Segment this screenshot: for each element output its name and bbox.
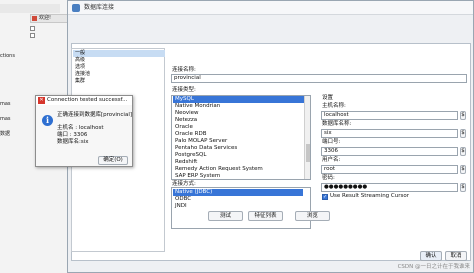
list-item[interactable]: Oracle [173, 124, 305, 131]
scrollbar-thumb[interactable] [306, 144, 310, 162]
message-box-title: Connection tested successf... [47, 97, 128, 103]
list-item[interactable]: Palo MOLAP Server [173, 138, 305, 145]
cancel-button[interactable]: 取消 [445, 251, 467, 261]
variable-button[interactable]: $ [460, 147, 466, 156]
tree-checkbox[interactable] [30, 33, 35, 38]
tree-item[interactable]: ctions [0, 52, 15, 60]
message-host: 主机名 : localhost [57, 125, 104, 131]
port-input[interactable]: 3306 [321, 147, 458, 156]
watermark: CSDN @一日之计在于我谁来 [397, 264, 470, 270]
list-item[interactable]: Netezza [173, 117, 305, 124]
list-item[interactable]: Native (JDBC) [173, 189, 303, 196]
explore-button[interactable]: 浏览 [295, 211, 330, 221]
message-box-titlebar[interactable]: ✕ Connection tested successf... [36, 96, 132, 105]
connection-type-list[interactable]: MySQL Native Mondrian Neoview Netezza Or… [171, 95, 311, 180]
list-item[interactable]: Oracle RDB [173, 131, 305, 138]
access-method-list[interactable]: Native (JDBC) ODBC JNDI [171, 187, 311, 229]
message-text: 正确连接到数据库[provincial] [57, 112, 133, 118]
database-name-label: 数据库名称: [322, 121, 352, 127]
list-item[interactable]: SAP ERP System [173, 173, 305, 179]
list-item[interactable]: Remedy Action Request System [173, 166, 305, 173]
list-item[interactable]: Native Mondrian [173, 103, 305, 110]
variable-button[interactable]: $ [460, 129, 466, 138]
nav-item-general[interactable]: 一般 [73, 50, 165, 57]
list-item[interactable]: Pentaho Data Services [173, 145, 305, 152]
list-scrollbar[interactable] [304, 96, 310, 179]
list-item[interactable]: MySQL [173, 96, 305, 103]
message-ok-button[interactable]: 确定(O) [98, 156, 128, 165]
message-database: 数据库名:six [57, 139, 89, 145]
tree-item[interactable]: mas [0, 100, 11, 108]
list-item[interactable]: ODBC [173, 196, 303, 203]
dialog-titlebar[interactable]: 数据库连接 [68, 1, 473, 15]
port-label: 端口号: [322, 139, 341, 145]
connection-name-input[interactable]: provincial [171, 74, 467, 83]
nav-item-pooling[interactable]: 连接池 [73, 71, 165, 78]
tab-close-icon[interactable] [32, 16, 37, 21]
nav-item-cluster[interactable]: 集群 [73, 78, 165, 85]
list-item[interactable]: PostgreSQL [173, 152, 305, 159]
streaming-cursor-label: Use Result Streaming Cursor [330, 193, 409, 199]
database-name-input[interactable]: six [321, 129, 458, 138]
nav-item-advanced[interactable]: 高级 [73, 57, 165, 64]
connection-name-label: 连接名称: [172, 67, 196, 73]
list-item[interactable]: JNDI [173, 203, 303, 210]
message-port: 端口 : 3306 [57, 132, 88, 138]
variable-button[interactable]: $ [460, 165, 466, 174]
streaming-cursor-checkbox[interactable]: ✓ [322, 194, 328, 200]
connection-type-label: 连接类型: [172, 87, 196, 93]
password-input[interactable]: ●●●●●●●●● [321, 183, 458, 192]
feature-list-button[interactable]: 特征列表 [248, 211, 283, 221]
username-input[interactable]: root [321, 165, 458, 174]
host-input[interactable]: localhost [321, 111, 458, 120]
tree-item[interactable]: mas [0, 115, 11, 123]
info-icon: i [42, 115, 53, 126]
test-button[interactable]: 测试 [208, 211, 243, 221]
settings-label: 设置 [322, 95, 334, 101]
welcome-tab-label: 欢迎! [39, 15, 52, 21]
dialog-title: 数据库连接 [84, 4, 115, 11]
variable-button[interactable]: $ [460, 183, 466, 192]
ok-button[interactable]: 确认 [420, 251, 442, 261]
host-label: 主机名称: [322, 103, 346, 109]
app-icon: ✕ [38, 97, 45, 104]
list-item[interactable]: Redshift [173, 159, 305, 166]
password-label: 密码: [322, 175, 335, 181]
nav-item-options[interactable]: 选项 [73, 64, 165, 71]
list-item[interactable]: Neoview [173, 110, 305, 117]
tree-checkbox[interactable] [30, 26, 35, 31]
connection-test-message-box: ✕ Connection tested successf... i 正确连接到数… [35, 95, 133, 167]
username-label: 用户名: [322, 157, 341, 163]
database-icon [72, 4, 80, 12]
welcome-tab[interactable]: 欢迎! [30, 14, 68, 23]
tree-item[interactable]: 数据 [0, 130, 10, 138]
variable-button[interactable]: $ [460, 111, 466, 120]
background-toolbar [0, 4, 60, 13]
